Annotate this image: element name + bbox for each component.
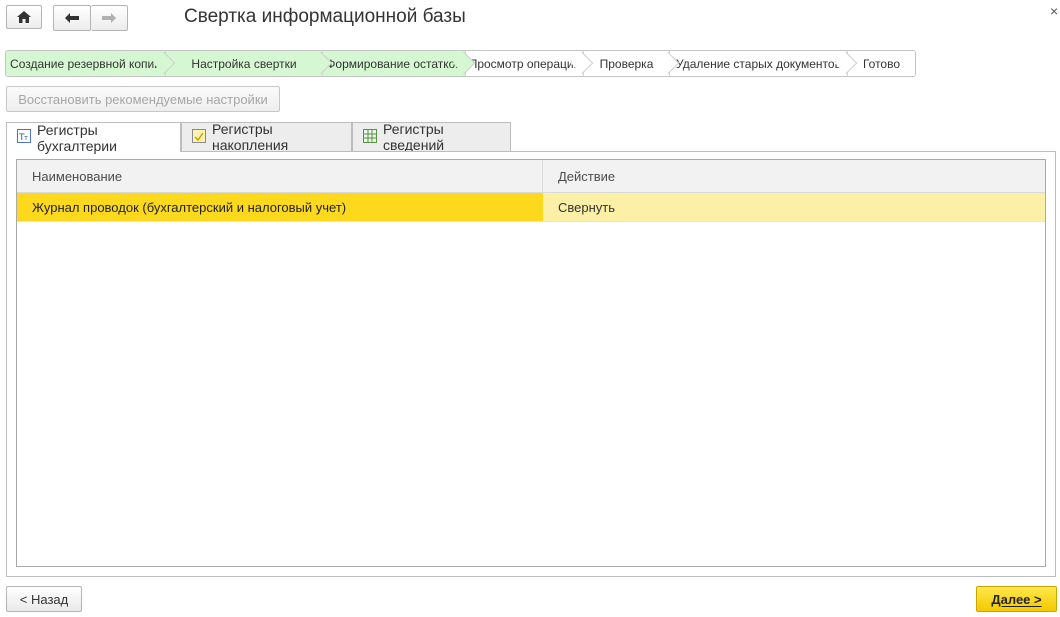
svg-text:т: т — [24, 134, 28, 142]
next-step-button[interactable]: Далее > — [976, 586, 1057, 612]
tab-label: Регистры сведений — [383, 121, 445, 153]
tab-information-registers[interactable]: Регистры сведений — [352, 121, 511, 153]
tab-accounting-registers[interactable]: Тт Регистры бухгалтерии — [6, 121, 181, 154]
arrow-left-icon — [64, 12, 80, 24]
history-nav — [53, 5, 128, 31]
step-done: Готово — [848, 51, 915, 76]
table-row[interactable]: Журнал проводок (бухгалтерский и налогов… — [17, 193, 1045, 222]
accumulation-register-icon — [192, 128, 206, 146]
step-settings: Настройка свертки — [166, 51, 323, 76]
cell-register-name[interactable]: Журнал проводок (бухгалтерский и налогов… — [17, 193, 543, 221]
step-backup: Создание резервной копии — [6, 51, 166, 76]
arrow-right-icon — [101, 12, 117, 24]
home-icon — [16, 10, 32, 24]
window-title: Свертка информационной базы — [184, 6, 466, 27]
accounting-register-icon: Тт — [17, 129, 31, 146]
close-button[interactable]: × — [1050, 3, 1058, 19]
step-check: Проверка — [584, 51, 670, 76]
tab-accumulation-registers[interactable]: Регистры накопления — [181, 121, 352, 153]
back-button[interactable] — [53, 5, 91, 31]
home-button[interactable] — [6, 5, 42, 29]
forward-button[interactable] — [91, 5, 128, 31]
restore-defaults-button[interactable]: Восстановить рекомендуемые настройки — [6, 86, 280, 112]
information-register-icon — [363, 128, 377, 146]
step-balances: Формирование остатков — [323, 51, 466, 76]
back-step-button[interactable]: < Назад — [6, 586, 82, 612]
cell-action[interactable]: Свернуть — [543, 193, 1045, 221]
step-delete-documents: Удаление старых документов — [670, 51, 848, 76]
table-header: Наименование Действие — [17, 160, 1045, 193]
column-header-name[interactable]: Наименование — [17, 160, 543, 192]
next-step-label: Далее > — [991, 591, 1042, 607]
tab-label: Регистры бухгалтерии — [37, 121, 117, 154]
tab-label: Регистры накопления — [212, 121, 289, 153]
column-header-action[interactable]: Действие — [543, 160, 615, 192]
wizard-steps: Создание резервной копии Настройка сверт… — [5, 50, 916, 77]
step-view-operations: Просмотр операций — [466, 51, 584, 76]
registers-table[interactable]: Наименование Действие Журнал проводок (б… — [16, 159, 1046, 567]
